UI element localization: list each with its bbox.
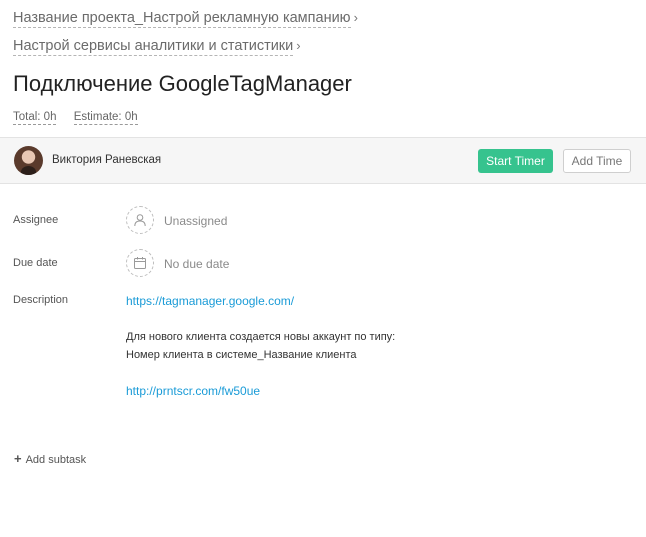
add-subtask-label: Add subtask (25, 454, 87, 466)
chevron-right-icon: › (296, 38, 301, 53)
user-icon[interactable] (126, 206, 154, 234)
calendar-icon[interactable] (126, 249, 154, 277)
due-date-value[interactable]: No due date (164, 257, 229, 271)
breadcrumb-project-label[interactable]: Название проекта_Настрой рекламную кампа… (13, 10, 351, 28)
description-link-tagmanager[interactable]: https://tagmanager.google.com/ (126, 294, 294, 308)
time-summary: Total: 0h Estimate: 0h (13, 111, 152, 125)
assignee-value[interactable]: Unassigned (164, 214, 227, 228)
user-name: Виктория Раневская (52, 154, 162, 166)
add-time-button[interactable]: Add Time (563, 149, 631, 173)
description-text-line: Номер клиента в системе_Название клиента (126, 349, 357, 361)
assignee-label: Assignee (13, 214, 59, 226)
description-label: Description (13, 294, 69, 306)
chevron-right-icon: › (353, 10, 358, 25)
breadcrumb-parent-task-label[interactable]: Настрой сервисы аналитики и статистики (13, 38, 294, 56)
description-text-line: Для нового клиента создается новы аккаун… (126, 331, 396, 343)
breadcrumb-project[interactable]: Название проекта_Настрой рекламную кампа… (13, 10, 358, 28)
add-subtask-button[interactable]: + Add subtask (14, 451, 86, 466)
task-header-bar: Виктория Раневская Start Timer Add Time (0, 137, 646, 184)
avatar[interactable] (14, 146, 43, 175)
task-title[interactable]: Подключение GoogleTagManager (13, 71, 352, 97)
plus-icon: + (14, 451, 22, 466)
estimate-time[interactable]: Estimate: 0h (73, 111, 138, 125)
description-link-screenshot[interactable]: http://prntscr.com/fw50ue (126, 384, 260, 398)
breadcrumb-parent-task[interactable]: Настрой сервисы аналитики и статистики › (13, 38, 301, 56)
due-date-label: Due date (13, 257, 58, 269)
start-timer-button[interactable]: Start Timer (478, 149, 553, 173)
total-time[interactable]: Total: 0h (13, 111, 57, 125)
